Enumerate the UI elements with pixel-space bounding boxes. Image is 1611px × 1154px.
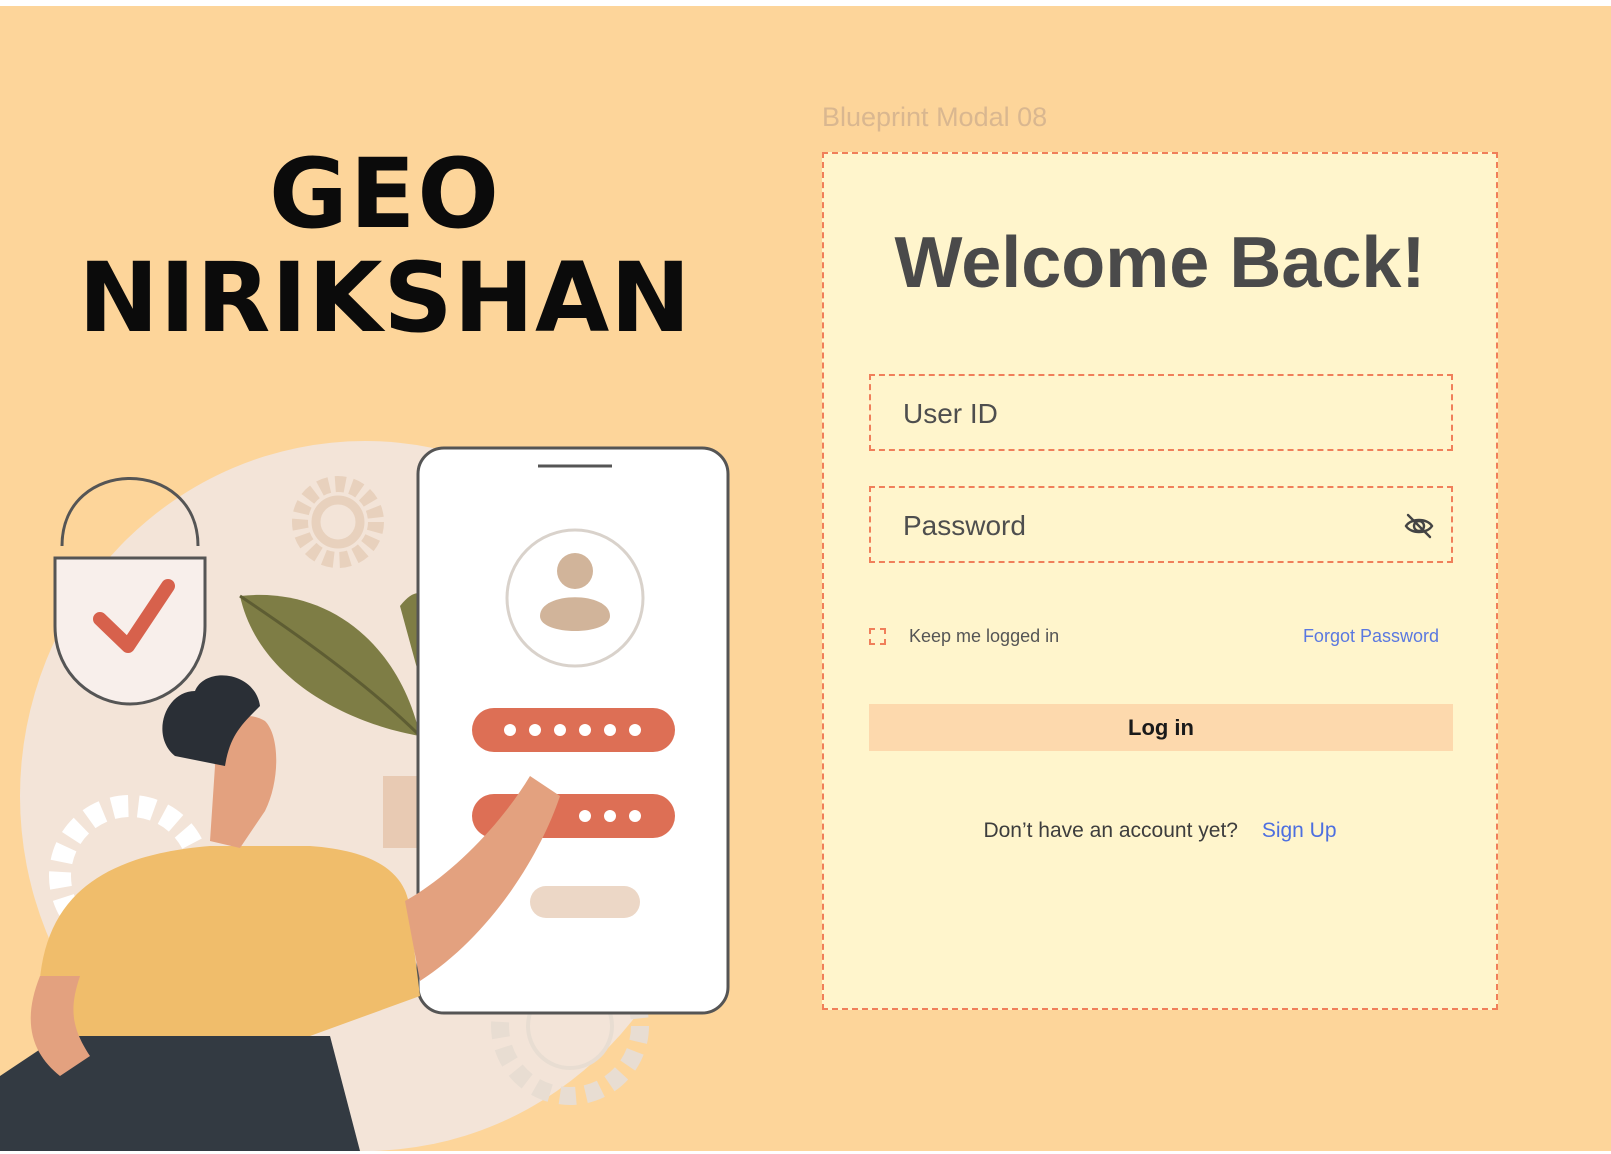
forgot-password-link[interactable]: Forgot Password [1303,626,1439,647]
login-options-row: Keep me logged in Forgot Password [869,624,1453,654]
brand-title: GEO NIRIKSHAN [60,146,710,346]
welcome-title: Welcome Back! [894,223,1426,303]
signup-row: Don’t have an account yet? Sign Up [824,819,1496,843]
brand-line-2: NIRIKSHAN [78,242,692,354]
login-modal: Welcome Back! Keep me logged in Forgot P… [822,152,1498,1010]
user-id-field[interactable] [869,374,1453,451]
keep-logged-in-label: Keep me logged in [909,626,1060,646]
brand-line-1: GEO [269,138,501,250]
no-account-text: Don’t have an account yet? [983,819,1238,842]
keep-logged-in-checkbox[interactable] [869,628,886,645]
frame-label: Blueprint Modal 08 [822,102,1048,132]
login-button[interactable]: Log in [869,704,1453,751]
login-screen: GEO NIRIKSHAN Blueprint Modal 08 Welcome… [0,6,1611,1151]
eye-off-icon[interactable] [1403,510,1435,542]
sign-up-link[interactable]: Sign Up [1262,819,1337,842]
user-id-input[interactable] [901,376,1375,451]
password-field[interactable] [869,486,1453,563]
login-illustration [0,441,730,1151]
password-input[interactable] [901,488,1375,563]
